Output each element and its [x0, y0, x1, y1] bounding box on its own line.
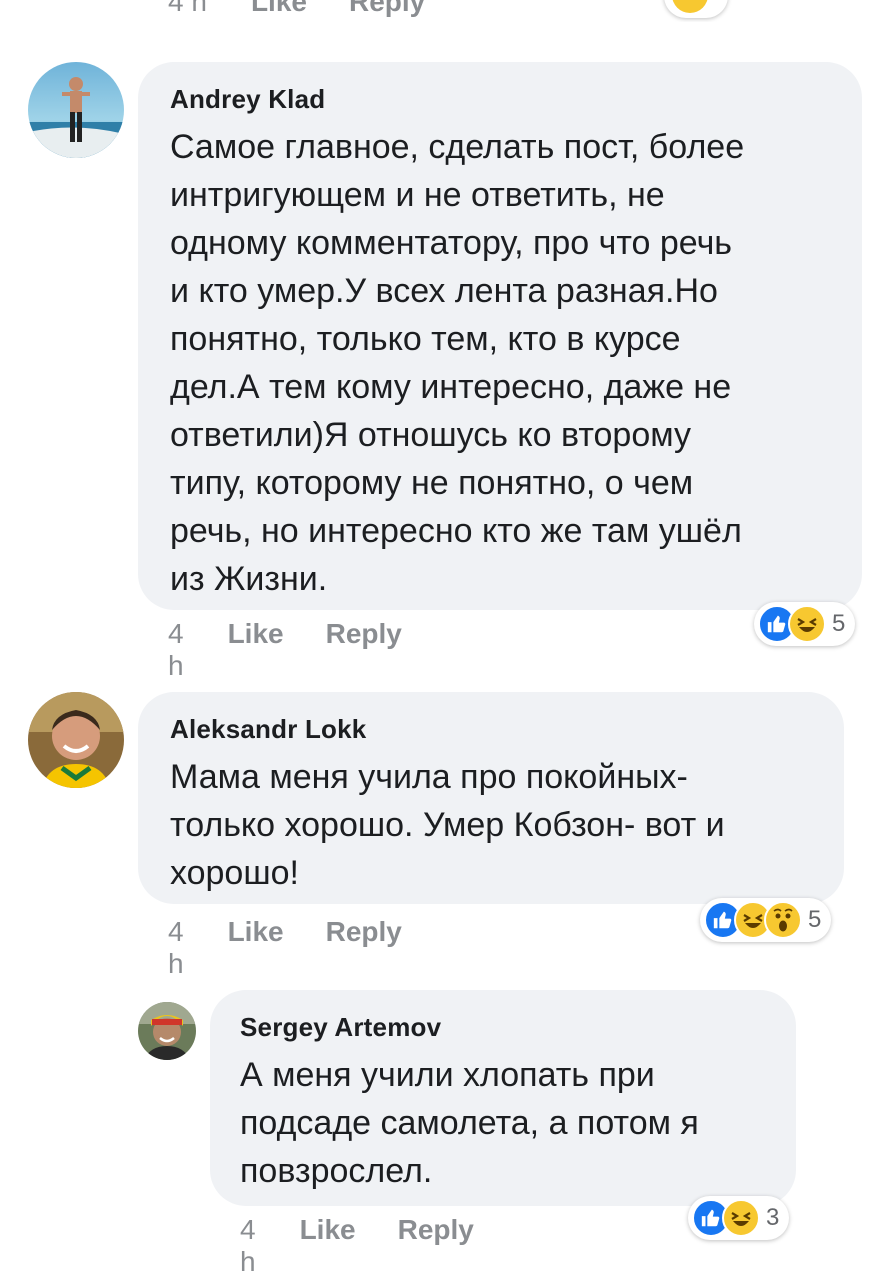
comment-line: понятно, только тем, кто в курсе [170, 320, 681, 358]
reply-button[interactable]: Reply [326, 618, 402, 650]
avatar[interactable] [28, 692, 124, 788]
comment-text: Самое главное, сделать пост, более интри… [170, 123, 830, 603]
comment-time[interactable]: 4 h [168, 916, 184, 980]
avatar-photo [28, 692, 124, 788]
comment-line: речь, но интересно кто же там ушёл [170, 512, 742, 550]
reaction-count: 5 [808, 906, 822, 933]
like-button[interactable]: Like [228, 618, 284, 650]
comment-actions: 4 h Like Reply [168, 916, 444, 980]
comment-line: типу, которому не понятно, о чем [170, 464, 694, 502]
comment-time[interactable]: 4 h [240, 1214, 256, 1278]
reaction-count: 3 [766, 1204, 780, 1231]
haha-icon [788, 605, 826, 643]
comment-text: Мама меня учила про покойных- только хор… [170, 753, 812, 897]
avatar-photo [28, 62, 124, 158]
wow-icon [764, 901, 802, 939]
reply-button[interactable]: Reply [326, 916, 402, 948]
comment-line: хорошо! [170, 854, 299, 892]
comment-actions: 4 h Like Reply [168, 618, 444, 682]
comment-time[interactable]: 4 h [168, 618, 184, 682]
haha-icon [722, 1199, 760, 1237]
reactions-summary[interactable] [664, 0, 728, 18]
comment-line: А меня учили хлопать при [240, 1056, 655, 1094]
comment-line: только хорошо. Умер Кобзон- вот и [170, 806, 725, 844]
reaction-count: 5 [832, 610, 846, 637]
comment-bubble[interactable]: Sergey Artemov А меня учили хлопать при … [210, 990, 796, 1206]
reply-button[interactable]: Reply [398, 1214, 474, 1246]
comment-line: интригующем и не ответить, не [170, 176, 665, 214]
comment-line: подсаде самолета, а потом я [240, 1104, 699, 1142]
comment-text: А меня учили хлопать при подсаде самолет… [240, 1051, 766, 1195]
comment-line: и кто умер.У всех лента разная.Но [170, 272, 718, 310]
previous-comment-action-row: 4 h Like Reply [168, 0, 467, 18]
comment-actions: 4 h Like Reply [240, 1214, 516, 1278]
comment-author[interactable]: Aleksandr Lokk [170, 714, 812, 745]
avatar-photo [138, 1002, 196, 1060]
like-button[interactable]: Like [228, 916, 284, 948]
comment-line: из Жизни. [170, 560, 328, 598]
comment-line: дел.А тем кому интересно, даже не [170, 368, 732, 406]
reactions-summary[interactable]: 3 [688, 1196, 790, 1240]
comment-bubble[interactable]: Andrey Klad Самое главное, сделать пост,… [138, 62, 862, 610]
comment-line: ответили)Я отношусь ко второму [170, 416, 691, 454]
comment-line: Мама меня учила про покойных- [170, 758, 688, 796]
previous-comment-actions: 4 h Like Reply [0, 0, 896, 22]
comment-line: повзрослел. [240, 1152, 433, 1190]
reactions-summary[interactable]: 5 [754, 602, 856, 646]
comment-line: одному комментатору, про что речь [170, 224, 733, 262]
reply-button[interactable]: Reply [349, 0, 425, 18]
like-button[interactable]: Like [300, 1214, 356, 1246]
comment-line: Самое главное, сделать пост, более [170, 128, 745, 166]
comment-author[interactable]: Sergey Artemov [240, 1012, 766, 1043]
comment-author[interactable]: Andrey Klad [170, 84, 830, 115]
haha-icon [672, 0, 708, 13]
like-button[interactable]: Like [251, 0, 307, 18]
avatar[interactable] [28, 62, 124, 158]
comment-bubble[interactable]: Aleksandr Lokk Мама меня учила про покой… [138, 692, 844, 904]
comment-time: 4 h [168, 0, 207, 17]
reactions-summary[interactable]: 5 [700, 898, 832, 942]
avatar[interactable] [138, 1002, 196, 1060]
